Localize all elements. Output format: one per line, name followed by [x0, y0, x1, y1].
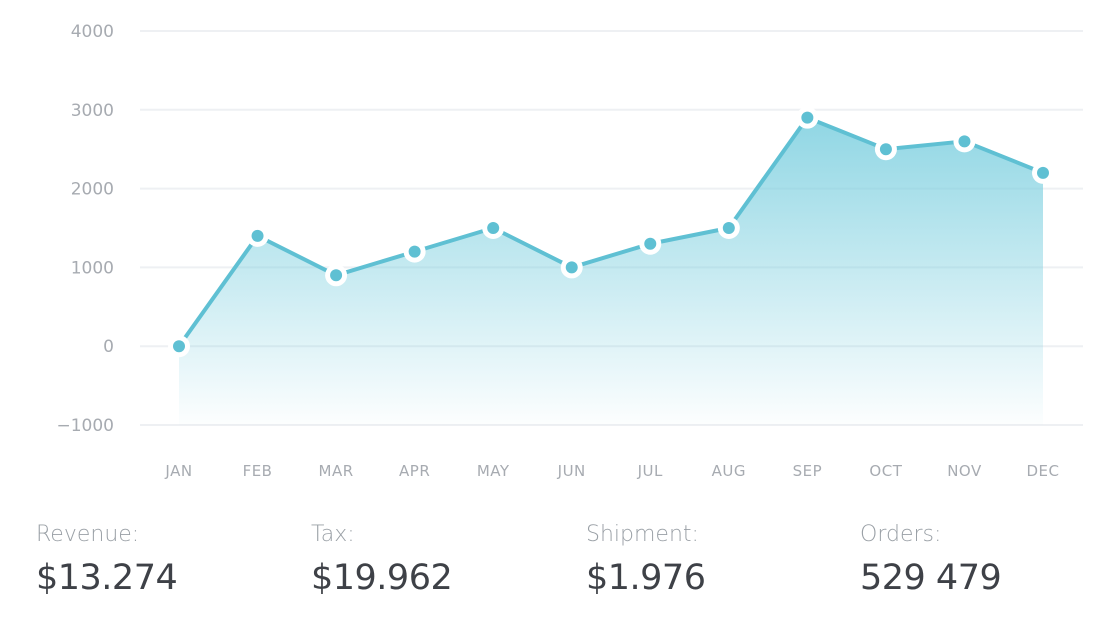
data-point [958, 135, 971, 148]
stat-orders: Orders: 529 479 [860, 518, 1002, 604]
stat-shipment: Shipment: $1.976 [586, 518, 706, 604]
data-point [722, 222, 735, 234]
x-tick-label: MAR [319, 462, 354, 480]
y-axis-ticks: 4000 3000 2000 1000 0 −1000 [56, 22, 114, 436]
y-tick-label: 4000 [71, 22, 114, 42]
data-point [879, 143, 892, 156]
stat-revenue-label: Revenue: [36, 522, 140, 547]
x-tick-label: SEP [793, 462, 823, 480]
data-point [565, 261, 578, 274]
stat-tax-label: Tax: [311, 522, 355, 547]
summary-stats: Revenue: $13.274 Tax: $19.962 Shipment: … [36, 518, 1096, 618]
x-tick-label: OCT [869, 462, 902, 480]
x-tick-label: JUL [637, 462, 663, 480]
data-point [330, 269, 343, 282]
stat-revenue: Revenue: $13.274 [36, 518, 178, 604]
y-tick-label: −1000 [56, 416, 114, 436]
x-tick-label: MAY [477, 462, 510, 480]
x-axis-ticks: JAN FEB MAR APR MAY JUN JUL AUG SEP OCT NOV DEC [164, 462, 1059, 480]
stat-orders-value: 529 479 [860, 558, 1002, 598]
y-tick-label: 1000 [71, 258, 114, 278]
x-tick-label: FEB [243, 462, 273, 480]
x-tick-label: DEC [1026, 462, 1059, 480]
series-area [179, 117, 1043, 426]
data-point [173, 340, 185, 353]
stat-revenue-value: $13.274 [36, 558, 178, 598]
data-point [408, 245, 421, 258]
x-tick-label: APR [399, 462, 430, 480]
stat-orders-label: Orders: [860, 522, 942, 547]
area-fill-layer [179, 117, 1043, 426]
stat-shipment-label: Shipment: [586, 522, 699, 547]
data-point [251, 229, 264, 242]
chart-container: 4000 3000 2000 1000 0 −1000 JAN FEB MAR APR MAY JU… [0, 0, 1112, 500]
y-tick-label: 2000 [71, 180, 114, 200]
y-tick-label: 3000 [71, 101, 114, 121]
area-chart: 4000 3000 2000 1000 0 −1000 JAN FEB MAR APR MAY JU… [56, 22, 1083, 480]
stat-tax: Tax: $19.962 [311, 518, 453, 604]
x-tick-label: JAN [164, 462, 192, 480]
stat-tax-value: $19.962 [311, 558, 453, 598]
y-tick-label: 0 [103, 337, 114, 357]
data-point [487, 222, 500, 234]
x-tick-label: NOV [947, 462, 982, 480]
data-point [801, 111, 814, 124]
x-tick-label: JUN [557, 462, 586, 480]
data-point [644, 237, 657, 250]
x-tick-label: AUG [712, 462, 746, 480]
data-point [1037, 166, 1049, 179]
stat-shipment-value: $1.976 [586, 558, 706, 598]
